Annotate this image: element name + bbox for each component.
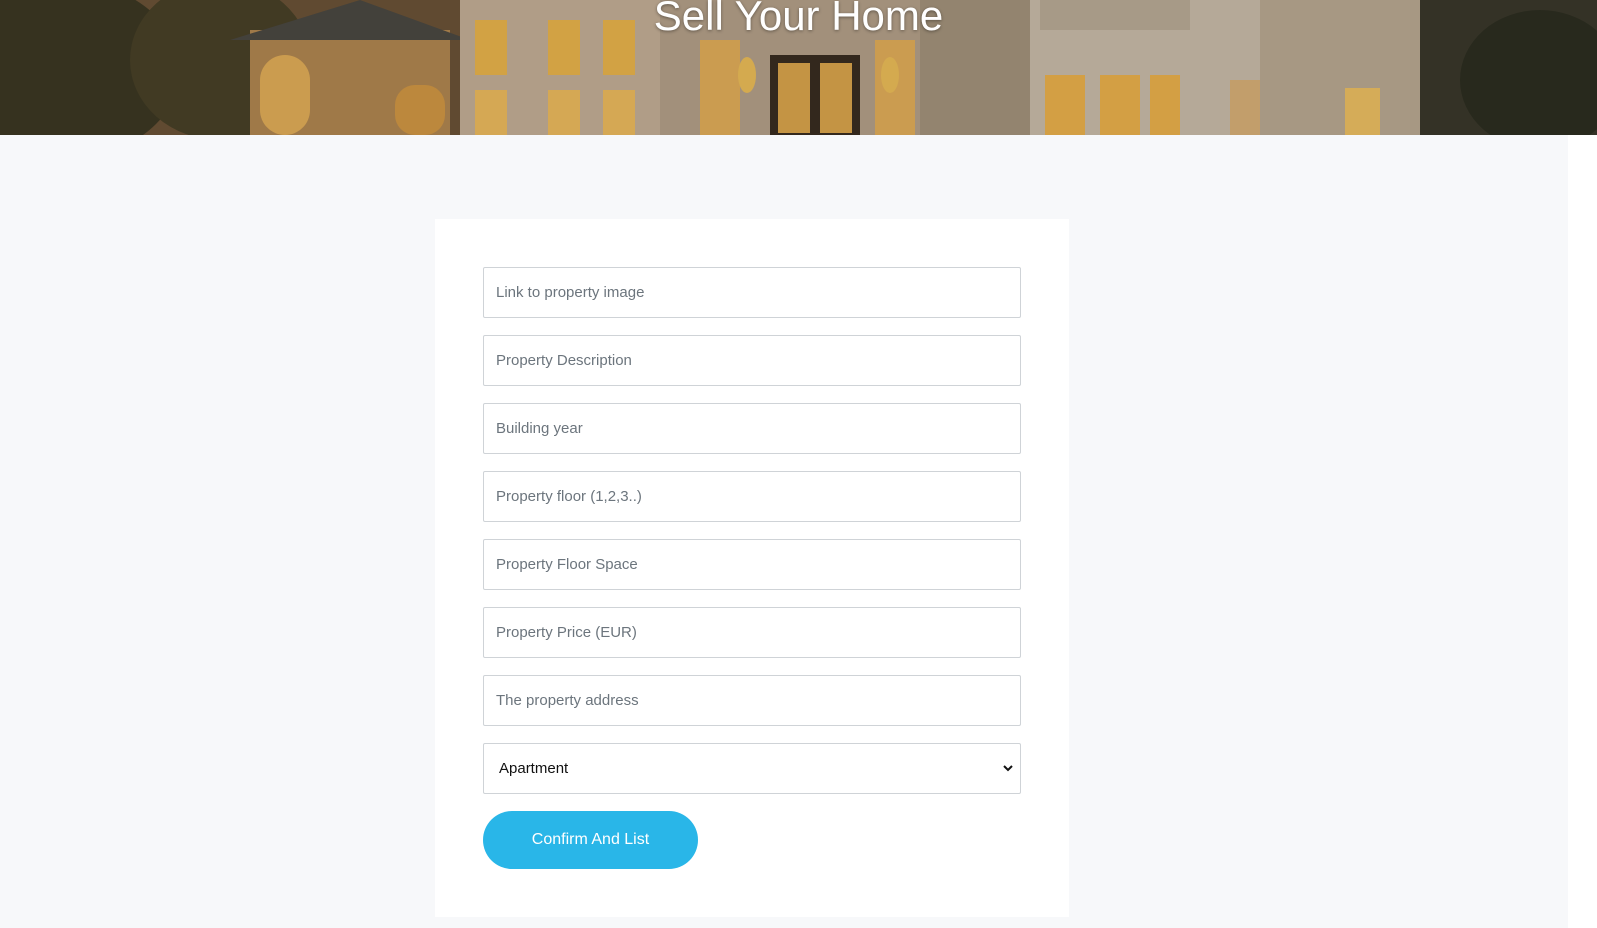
sell-form-card: Apartment Confirm And List: [435, 219, 1069, 917]
building-year-input[interactable]: [483, 403, 1021, 454]
page-title: Sell Your Home: [653, 0, 944, 39]
floor-space-input[interactable]: [483, 539, 1021, 590]
address-input[interactable]: [483, 675, 1021, 726]
price-input[interactable]: [483, 607, 1021, 658]
image-link-input[interactable]: [483, 267, 1021, 318]
page-edge: [1568, 135, 1597, 928]
property-type-select[interactable]: Apartment: [483, 743, 1021, 794]
confirm-and-list-button[interactable]: Confirm And List: [483, 811, 698, 869]
description-input[interactable]: [483, 335, 1021, 386]
hero-banner: Sell Your Home: [0, 0, 1597, 135]
chevron-down-icon: [1003, 765, 1013, 772]
floor-input[interactable]: [483, 471, 1021, 522]
property-type-value: Apartment: [499, 760, 569, 777]
